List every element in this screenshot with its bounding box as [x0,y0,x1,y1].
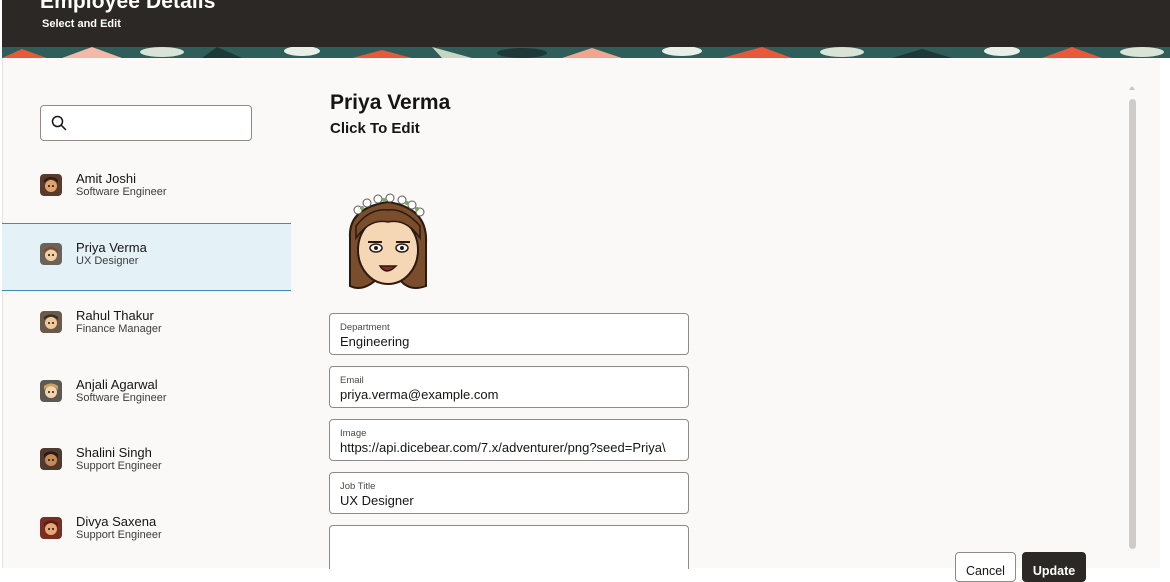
scroll-up-arrow-icon[interactable] [1129,86,1135,90]
employee-role: Support Engineer [76,460,162,472]
profile-avatar [348,193,428,289]
avatar [40,448,62,470]
field-value[interactable]: UX Designer [340,493,414,508]
detail-name: Priya Verma [330,91,451,114]
decorative-banner [2,47,1170,58]
employee-name: Amit Joshi [76,171,136,186]
list-item[interactable]: Shalini Singh Support Engineer [2,428,291,497]
scrollbar-thumb[interactable] [1129,99,1136,549]
list-item[interactable]: Anjali Agarwal Software Engineer [2,360,291,429]
page-subtitle: Select and Edit [42,18,121,30]
employee-name: Rahul Thakur [76,308,154,323]
detail-subtitle: Click To Edit [330,120,420,137]
update-button[interactable]: Update [1022,552,1086,582]
field-value[interactable]: https://api.dicebear.com/7.x/adventurer/… [340,440,666,455]
avatar [40,516,62,539]
list-item[interactable]: Divya Saxena Support Engineer [2,497,291,566]
email-field[interactable]: Email priya.verma@example.com [329,366,689,408]
app-header: Employee Details Select and Edit [2,0,1170,47]
employee-role: Software Engineer [76,391,167,404]
page-title: Employee Details [40,0,216,13]
employee-role: Software Engineer [76,186,167,198]
avatar [40,311,62,333]
employee-role: Support Engineer [76,528,162,541]
employee-name: Divya Saxena [76,513,157,529]
employee-list: Amit Joshi Software Engineer Priya Verma… [2,154,291,565]
field-label: Image [340,428,367,439]
search-icon [51,115,67,131]
avatar [40,174,62,196]
field-value[interactable]: Engineering [340,334,409,349]
avatar [40,242,62,265]
image-field[interactable]: Image https://api.dicebear.com/7.x/adven… [329,419,689,461]
search-input[interactable] [75,112,245,134]
avatar [40,379,62,402]
employee-role: UX Designer [76,254,139,267]
employee-search[interactable] [40,105,252,141]
department-field[interactable]: Department Engineering [329,313,689,355]
field-label: Department [340,322,390,333]
job-title-field[interactable]: Job Title UX Designer [329,472,689,514]
list-item[interactable]: Amit Joshi Software Engineer [2,154,291,223]
employee-name: Shalini Singh [76,445,152,460]
list-item[interactable]: Priya Verma UX Designer [2,222,291,291]
next-field[interactable] [329,525,689,569]
field-label: Email [340,375,364,386]
employee-name: Priya Verma [76,239,147,255]
cancel-button[interactable]: Cancel [955,552,1016,582]
field-label: Job Title [340,481,376,492]
list-item[interactable]: Rahul Thakur Finance Manager [2,291,291,360]
employee-role: Finance Manager [76,323,162,335]
field-value[interactable]: priya.verma@example.com [340,387,498,402]
employee-name: Anjali Agarwal [76,376,158,392]
